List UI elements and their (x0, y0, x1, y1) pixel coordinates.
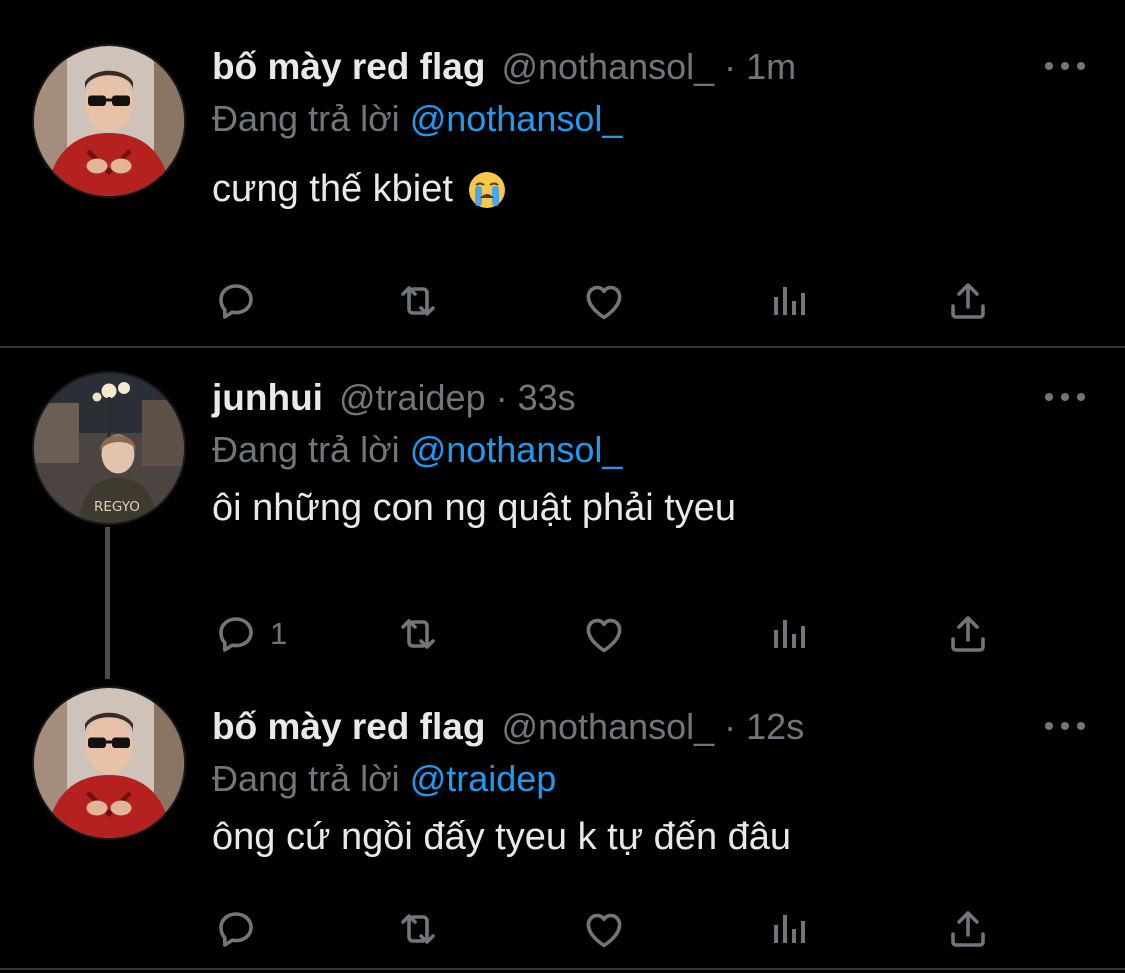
loudly-crying-face-icon (467, 170, 507, 210)
reply-icon (212, 277, 260, 325)
tweet-divider (0, 968, 1125, 970)
views-button[interactable] (764, 276, 812, 326)
tweet-divider (0, 346, 1125, 348)
like-icon (580, 277, 628, 325)
tweet-actions: 1 (212, 609, 1085, 659)
tweet[interactable]: bố mày red flag @nothansol_ · 1m Đang tr… (0, 0, 1125, 347)
replying-to-label: Đang trả lời (212, 758, 400, 799)
replying-to-mention[interactable]: @nothansol_ (410, 98, 623, 139)
tweet-text: cưng thế kbiet (212, 168, 1085, 211)
retweet-icon (394, 277, 442, 325)
views-button[interactable] (764, 609, 812, 659)
tweet-body: junhui @traidep · 33s Đang trả lời @notha… (212, 377, 1085, 530)
more-options-icon[interactable] (1045, 56, 1085, 76)
user-handle[interactable]: @traidep (339, 377, 486, 419)
retweet-button[interactable] (394, 276, 442, 326)
reply-button[interactable] (212, 904, 270, 954)
like-icon (580, 610, 628, 658)
retweet-button[interactable] (394, 904, 442, 954)
user-handle[interactable]: @nothansol_ (501, 706, 714, 748)
tweet-text: ông cứ ngồi đấy tyeu k tự đến đâu (212, 816, 1085, 859)
tweet-actions (212, 904, 1085, 954)
retweet-icon (394, 610, 442, 658)
reply-icon (212, 610, 260, 658)
replying-to-mention[interactable]: @traidep (410, 758, 557, 799)
tweet-body: bố mày red flag @nothansol_ · 12s Đang t… (212, 706, 1085, 859)
retweet-button[interactable] (394, 609, 442, 659)
replying-to-label: Đang trả lời (212, 98, 400, 139)
tweet-text-content: ông cứ ngồi đấy tyeu k tự đến đâu (212, 816, 792, 858)
tweet-header: bố mày red flag @nothansol_ · 12s (212, 706, 1085, 752)
views-icon (764, 905, 812, 953)
more-options-icon[interactable] (1045, 716, 1085, 736)
replying-to-label: Đang trả lời (212, 429, 400, 470)
avatar-image (34, 688, 184, 838)
display-name[interactable]: junhui (212, 377, 323, 419)
timestamp[interactable]: 33s (518, 377, 576, 419)
share-button[interactable] (944, 276, 992, 326)
replying-to: Đang trả lời @nothansol_ (212, 429, 1085, 473)
separator-dot: · (724, 46, 737, 87)
avatar[interactable] (32, 44, 186, 198)
avatar-image (34, 46, 184, 196)
display-name[interactable]: bố mày red flag (212, 46, 485, 88)
avatar[interactable] (32, 686, 186, 840)
user-handle[interactable]: @nothansol_ (501, 46, 714, 88)
reply-count: 1 (270, 616, 288, 651)
timestamp[interactable]: 12s (746, 706, 804, 748)
tweet-header: junhui @traidep · 33s (212, 377, 1085, 423)
tweet[interactable]: junhui @traidep · 33s Đang trả lời @notha… (0, 349, 1125, 669)
tweet-text-content: cưng thế kbiet (212, 168, 453, 210)
views-icon (764, 610, 812, 658)
avatar-image (34, 373, 184, 523)
views-button[interactable] (764, 904, 812, 954)
more-options-icon[interactable] (1045, 387, 1085, 407)
share-button[interactable] (944, 904, 992, 954)
share-icon (944, 610, 992, 658)
display-name[interactable]: bố mày red flag (212, 706, 485, 748)
views-icon (764, 277, 812, 325)
tweet-thread: bố mày red flag @nothansol_ · 1m Đang tr… (0, 0, 1125, 973)
replying-to: Đang trả lời @traidep (212, 758, 1085, 802)
tweet[interactable]: bố mày red flag @nothansol_ · 12s Đang t… (0, 669, 1125, 973)
share-icon (944, 277, 992, 325)
share-button[interactable] (944, 609, 992, 659)
replying-to-mention[interactable]: @nothansol_ (410, 429, 623, 470)
like-button[interactable] (580, 276, 628, 326)
reply-button[interactable]: 1 (212, 609, 287, 659)
tweet-text: ôi những con ng quật phải tyeu (212, 487, 1085, 530)
reply-icon (212, 905, 260, 953)
tweet-actions (212, 276, 1085, 326)
separator-dot: · (724, 706, 737, 747)
avatar[interactable] (32, 371, 186, 525)
replying-to: Đang trả lời @nothansol_ (212, 98, 1085, 142)
retweet-icon (394, 905, 442, 953)
like-button[interactable] (580, 609, 628, 659)
reply-button[interactable] (212, 276, 270, 326)
tweet-text-content: ôi những con ng quật phải tyeu (212, 487, 737, 529)
tweet-header: bố mày red flag @nothansol_ · 1m (212, 46, 1085, 92)
like-button[interactable] (580, 904, 628, 954)
tweet-body: bố mày red flag @nothansol_ · 1m Đang tr… (212, 46, 1085, 211)
timestamp[interactable]: 1m (746, 46, 796, 88)
separator-dot: · (495, 377, 508, 418)
like-icon (580, 905, 628, 953)
share-icon (944, 905, 992, 953)
